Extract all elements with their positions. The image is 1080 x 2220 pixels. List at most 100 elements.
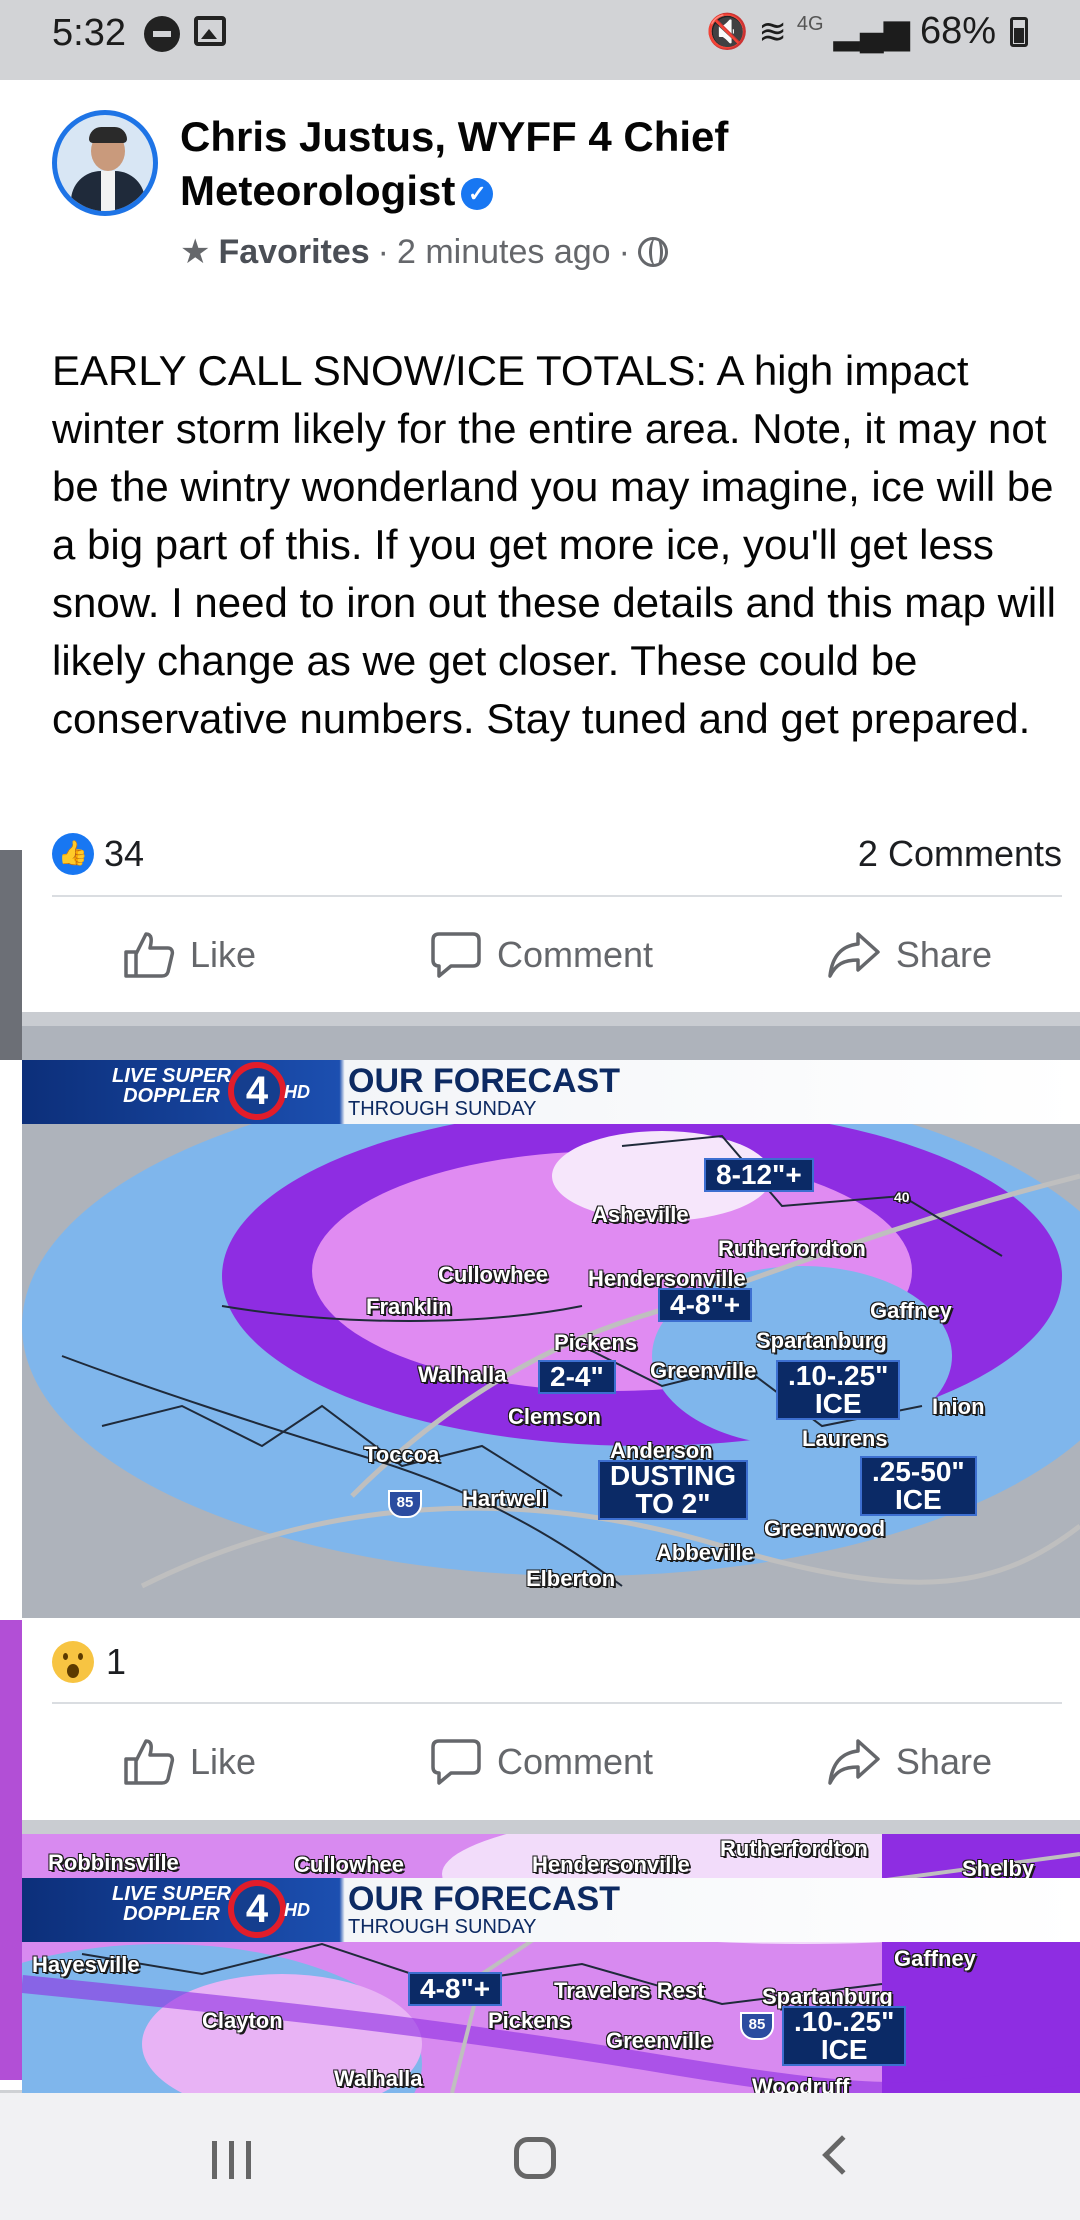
home-button[interactable] [514,2137,556,2179]
share-button[interactable]: Share [756,1737,1062,1787]
like-label: Like [190,934,257,975]
thumbs-up-icon [124,932,175,978]
place-label: Pickens [554,1330,638,1355]
share-arrow-icon [828,932,880,978]
like-label: Like [190,1741,257,1782]
amount-label: .25-50" ICE [860,1456,977,1516]
thumbs-up-icon [124,1739,175,1785]
place-label: Travelers Rest [554,1978,705,2003]
forecast-map-image-2[interactable]: Robbinsville Cullowhee Hendersonville Ru… [22,1834,1080,2093]
i40-shield-icon: 40 [894,1189,910,1205]
place-label: Hartwell [462,1486,548,1511]
background-card-edge [0,80,22,2090]
author-avatar[interactable] [52,110,158,216]
reaction-summary[interactable]: 1 [52,1636,1062,1688]
place-label: Laurens [802,1426,888,1451]
comments-count[interactable]: 2 Comments [858,833,1062,875]
author-name[interactable]: Chris Justus, WYFF 4 Chief Meteorologist… [180,110,820,218]
amount-label: .10-.25" ICE [782,2006,907,2066]
signal-icon: ▂▄▆ [833,12,910,51]
divider [52,895,1062,897]
forecast-subtitle: THROUGH SUNDAY [348,1916,537,1938]
network-type: 4G [796,13,824,35]
place-label: Abbeville [656,1540,754,1565]
place-label: Greenville [650,1358,757,1383]
wow-count[interactable]: 1 [106,1641,126,1683]
share-label: Share [895,934,992,975]
back-button[interactable] [822,2135,862,2175]
forecast-banner: LIVE SUPER DOPPLER 4 HD OUR FORECAST THRO… [22,1878,1080,1942]
comment-button[interactable]: Comment [359,930,723,980]
like-button[interactable]: Like [52,1737,326,1787]
share-button[interactable]: Share [756,930,1062,980]
place-label: Cullowhee [294,1852,405,1877]
comment-icon [431,932,481,978]
place-label: Hayesville [32,1952,140,1977]
status-bar: 5:32 🔇 ≋ 4G ▂▄▆ 68% [0,0,1080,80]
place-label: Hendersonville [532,1852,690,1877]
wifi-icon: ≋ [758,12,787,51]
wow-reaction-icon [52,1641,94,1683]
place-label: Robbinsville [48,1850,179,1875]
verified-badge-icon: ✓ [461,177,494,210]
feed-separator [22,1820,1080,1834]
place-label: Pickens [488,2008,572,2033]
place-label: Rutherfordton [718,1236,866,1261]
place-label: Spartanburg [756,1328,887,1353]
favorites-label[interactable]: Favorites [218,233,369,272]
place-label: Gaffney [894,1946,976,1971]
forecast-title: OUR FORECAST [348,1880,620,1918]
do-not-disturb-icon [144,16,180,52]
wyff4-logo-icon: 4 [228,1880,286,1938]
like-reaction-icon: 👍 [52,833,94,875]
place-label: Woodruff [752,2074,850,2093]
i85-shield-icon: 85 [388,1490,422,1518]
comment-button[interactable]: Comment [359,1737,723,1787]
comment-label: Comment [496,934,653,975]
amount-label: 8-12"+ [704,1158,814,1192]
place-label: Walhalla [418,1362,507,1387]
comment-icon [431,1739,481,1785]
comment-label: Comment [496,1741,653,1782]
forecast-map-image[interactable]: LIVE SUPER DOPPLER 4 HD OUR FORECAST THRO… [22,1026,1080,1618]
place-label: Inion [932,1394,985,1419]
feed-separator [22,1012,1080,1026]
forecast-banner: LIVE SUPER DOPPLER 4 HD OUR FORECAST THRO… [22,1060,1080,1124]
reaction-summary[interactable]: 👍 34 2 Comments [52,828,1062,880]
post-time[interactable]: 2 minutes ago [397,233,611,272]
post-actions: Like Comment Share [52,900,1062,1010]
share-arrow-icon [828,1739,880,1785]
mute-icon: 🔇 [706,12,749,51]
divider [52,1702,1062,1704]
place-label: Toccoa [364,1442,440,1467]
forecast-title: OUR FORECAST [348,1062,620,1100]
place-label: Clemson [508,1404,601,1429]
place-label: Clayton [202,2008,283,2033]
like-button[interactable]: Like [52,930,326,980]
i85-shield-icon: 85 [740,2012,774,2040]
amount-label: DUSTING TO 2" [598,1460,748,1520]
place-label: Asheville [592,1202,689,1227]
star-icon: ★ [180,233,211,271]
share-label: Share [895,1741,992,1782]
place-label: Greenwood [764,1516,886,1541]
place-label: Franklin [366,1294,452,1319]
amount-label: 2-4" [538,1360,616,1394]
place-label: Greenville [606,2028,713,2053]
amount-label: 4-8"+ [408,1972,503,2006]
system-nav-bar [0,2093,1080,2220]
post-meta: ★ Favorites · 2 minutes ago · [180,232,668,272]
post-text: EARLY CALL SNOW/ICE TOTALS: A high impac… [52,347,1056,742]
wyff4-logo-icon: 4 [228,1062,286,1120]
status-time: 5:32 [52,12,126,54]
recent-apps-button[interactable] [212,2141,254,2179]
status-right: 🔇 ≋ 4G ▂▄▆ 68% [706,10,1028,53]
forecast-subtitle: THROUGH SUNDAY [348,1098,537,1120]
amount-label: .10-.25" ICE [776,1360,901,1420]
battery-icon [1010,16,1028,47]
amount-label: 4-8"+ [658,1288,753,1322]
battery-percent: 68% [919,10,996,52]
like-count[interactable]: 34 [104,833,144,875]
image-notification-icon [194,16,226,46]
photo-actions: Like Comment Share [52,1707,1062,1817]
